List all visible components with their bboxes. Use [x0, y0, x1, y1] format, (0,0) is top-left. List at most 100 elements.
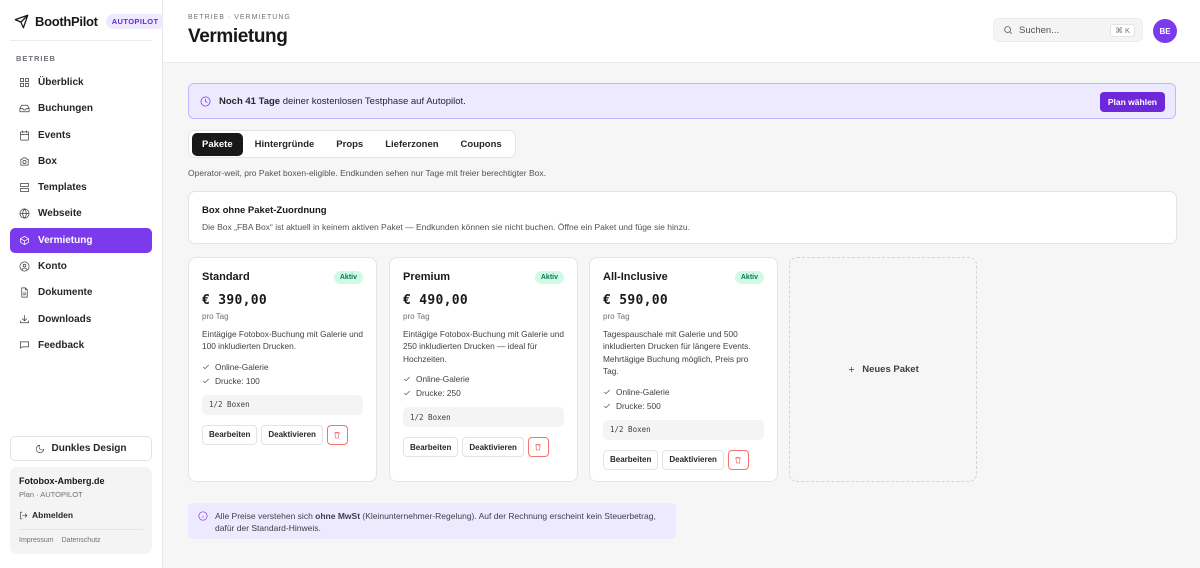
sidebar-nav: Überblick Buchungen Events Box Templates…: [10, 70, 152, 359]
package-price: € 490,00: [403, 293, 469, 308]
globe-icon: [19, 209, 30, 219]
edit-button[interactable]: Bearbeiten: [202, 424, 258, 445]
edit-button[interactable]: Bearbeiten: [603, 449, 659, 470]
logout-label: Abmelden: [32, 510, 74, 520]
feature-list: Online-Galerie Drucke: 500: [603, 385, 764, 413]
deactivate-button[interactable]: Deaktivieren: [261, 424, 323, 445]
account-name: Fotobox-Amberg.de: [19, 476, 105, 486]
datenschutz-link[interactable]: Datenschutz: [62, 537, 101, 544]
trial-message: deiner kostenlosen Testphase auf Autopil…: [280, 95, 466, 107]
plus-icon: [849, 366, 855, 373]
package-price: € 390,00: [202, 293, 268, 308]
sidebar-item-downloads[interactable]: Downloads: [10, 307, 152, 332]
sidebar-item-events[interactable]: Events: [10, 123, 152, 148]
tab-pakete[interactable]: Pakete: [192, 132, 243, 156]
sidebar-item-label: Buchungen: [38, 103, 93, 115]
package-card-all-inclusive: All-Inclusive Aktiv € 590,00 pro Tag Tag…: [589, 257, 778, 482]
check-icon: [203, 378, 209, 383]
trial-text: Noch 41 Tage deiner kostenlosen Testphas…: [219, 96, 466, 107]
status-badge: Aktiv: [734, 271, 764, 284]
calendar-icon: [20, 130, 29, 141]
moon-icon: [36, 444, 45, 453]
choose-plan-button[interactable]: Plan wählen: [1099, 92, 1165, 112]
check-icon: [604, 389, 610, 394]
sidebar-item-label: Downloads: [38, 313, 92, 325]
impressum-link[interactable]: Impressum: [19, 537, 54, 544]
tab-coupons[interactable]: Coupons: [451, 133, 512, 156]
sidebar-item-label: Vermietung: [38, 234, 93, 246]
status-badge: Aktiv: [534, 271, 564, 284]
search-placeholder: Suchen...: [1019, 24, 1060, 36]
status-badge: Aktiv: [333, 271, 363, 284]
divider: [19, 529, 143, 530]
vat-info-note: Alle Preise verstehen sich ohne MwSt (Kl…: [188, 503, 676, 539]
logout-link[interactable]: Abmelden: [19, 510, 143, 520]
price-unit: pro Tag: [202, 312, 229, 321]
sidebar: BoothPilot AUTOPILOT BETRIEB Überblick B…: [0, 0, 165, 568]
sidebar-item-webseite[interactable]: Webseite: [10, 201, 152, 226]
sidebar-item-label: Konto: [38, 261, 67, 273]
sidebar-item-ueberblick[interactable]: Überblick: [10, 70, 152, 95]
sidebar-item-feedback[interactable]: Feedback: [10, 333, 152, 358]
card-actions: Bearbeiten Deaktivieren: [202, 424, 363, 445]
box-count: 1/2 Boxen: [403, 407, 564, 428]
tab-description: Operator-weit, pro Paket boxen-eligible.…: [188, 168, 546, 178]
check-icon: [203, 364, 209, 369]
package-price: € 590,00: [603, 293, 669, 308]
search-input[interactable]: Suchen... ⌘ K: [993, 18, 1143, 42]
brand-logo[interactable]: BoothPilot AUTOPILOT: [14, 12, 165, 30]
package-description: Eintägige Fotobox-Buchung mit Galerie un…: [202, 329, 363, 352]
trash-icon: [535, 444, 542, 451]
download-icon: [20, 314, 29, 323]
sidebar-item-vermietung[interactable]: Vermietung: [10, 227, 152, 253]
feature-item: Online-Galerie: [603, 385, 764, 399]
card-actions: Bearbeiten Deaktivieren: [403, 437, 564, 458]
edit-button[interactable]: Bearbeiten: [403, 437, 459, 458]
feature-label: Drucke: 250: [416, 388, 461, 399]
layout-icon: [20, 183, 29, 193]
top-header: BETRIEB · VERMIETUNG Vermietung Suchen..…: [163, 0, 1200, 63]
check-icon: [404, 391, 410, 396]
box-count: 1/2 Boxen: [603, 419, 764, 440]
plan-badge: AUTOPILOT: [105, 13, 165, 29]
dark-mode-button[interactable]: Dunkles Design: [10, 436, 152, 461]
feature-label: Online-Galerie: [215, 361, 269, 372]
deactivate-button[interactable]: Deaktivieren: [662, 449, 724, 470]
sidebar-item-dokumente[interactable]: Dokumente: [10, 280, 152, 305]
sidebar-item-buchungen[interactable]: Buchungen: [10, 96, 152, 121]
footer-links: Impressum Datenschutz: [19, 537, 143, 544]
sidebar-item-box[interactable]: Box: [10, 149, 152, 174]
account-plan: Plan · AUTOPILOT: [19, 490, 83, 499]
camera-icon: [20, 157, 29, 166]
vat-text: Alle Preise verstehen sich ohne MwSt (Kl…: [215, 510, 666, 533]
tab-hintergruende[interactable]: Hintergründe: [245, 133, 325, 156]
feature-item: Online-Galerie: [403, 372, 564, 386]
feature-label: Drucke: 500: [616, 400, 661, 411]
breadcrumb: BETRIEB · VERMIETUNG: [188, 14, 291, 21]
sidebar-item-konto[interactable]: Konto: [10, 254, 152, 279]
delete-button[interactable]: [727, 449, 749, 470]
nav-section-label: BETRIEB: [16, 54, 56, 63]
new-package-button[interactable]: Neues Paket: [789, 257, 977, 482]
avatar[interactable]: BE: [1153, 19, 1177, 43]
sidebar-item-templates[interactable]: Templates: [10, 175, 152, 200]
notice-text: Die Box „FBA Box“ ist aktuell in keinem …: [202, 222, 690, 232]
user-icon: [19, 261, 30, 272]
shortcut-hint: ⌘ K: [1110, 24, 1135, 37]
feature-label: Drucke: 100: [215, 375, 260, 386]
sidebar-item-label: Box: [38, 155, 57, 167]
tab-props[interactable]: Props: [326, 133, 373, 156]
notice-title: Box ohne Paket-Zuordnung: [202, 205, 327, 216]
divider: [10, 40, 152, 41]
delete-button[interactable]: [527, 437, 549, 458]
message-icon: [20, 341, 29, 349]
delete-button[interactable]: [326, 424, 348, 445]
deactivate-button[interactable]: Deaktivieren: [462, 437, 524, 458]
tab-lieferzonen[interactable]: Lieferzonen: [375, 133, 448, 156]
package-icon: [20, 235, 29, 245]
tab-bar: Pakete Hintergründe Props Lieferzonen Co…: [188, 130, 516, 158]
search-icon: [1004, 26, 1013, 35]
price-unit: pro Tag: [603, 312, 630, 321]
grid-icon: [20, 78, 29, 87]
brand-name: BoothPilot: [35, 13, 98, 29]
